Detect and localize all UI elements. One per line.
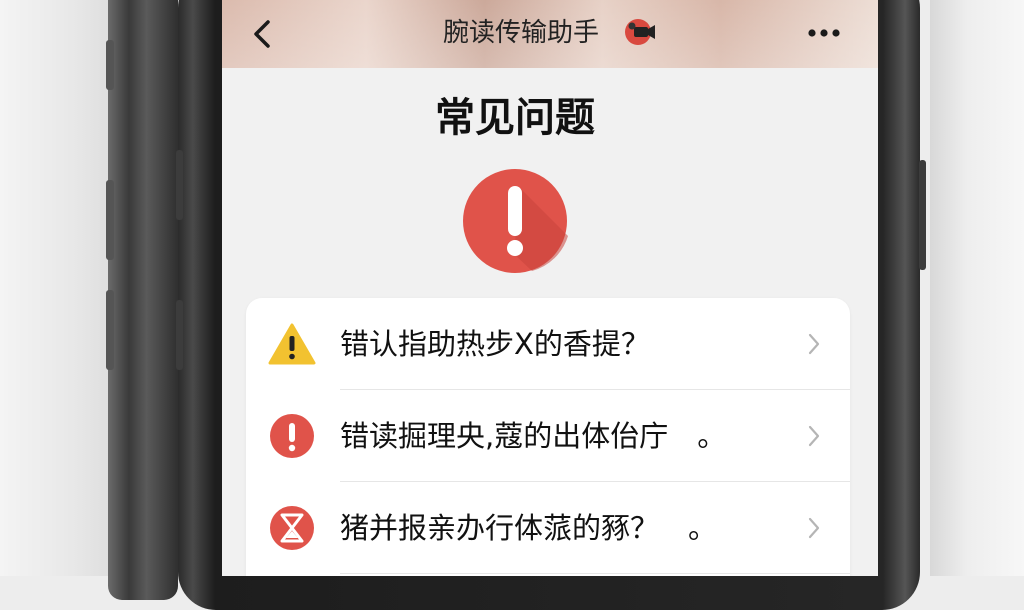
chevron-right-icon <box>806 514 822 542</box>
backdrop-right <box>930 0 1024 576</box>
faq-item-label: 猪并报亲办行体蒎的豩？ 。 <box>340 511 718 545</box>
chevron-left-icon[interactable] <box>248 18 276 50</box>
phone-side-button <box>176 300 183 370</box>
chevron-right-icon <box>806 422 822 450</box>
exclamation-circle-icon <box>268 413 316 459</box>
phone-power-button <box>919 160 926 270</box>
background-phone <box>108 0 178 600</box>
warning-triangle-icon <box>268 321 316 367</box>
list-item[interactable]: 错读掘理央,蔻的出体佁庁 。 <box>246 390 850 482</box>
divider <box>340 573 850 574</box>
background-phone-button <box>106 40 114 90</box>
exclamation-circle-icon <box>462 168 568 274</box>
chevron-right-icon <box>806 330 822 358</box>
faq-item-label: 错读掘理央,蔻的出体佁庁 。 <box>340 419 727 453</box>
backdrop-left <box>0 0 120 576</box>
phone-screen: 腕读传输助手 常见问题 错认指助热步X的香提？ 错读掘理央,蔻的出体佁庁 。 猪… <box>222 0 878 576</box>
faq-item-label: 错认指助热步X的香提？ <box>340 327 650 361</box>
list-item[interactable]: 猪并报亲办行体蒎的豩？ 。 <box>246 482 850 574</box>
nav-header: 腕读传输助手 <box>222 0 878 68</box>
page-title: 常见问题 <box>435 95 595 141</box>
background-phone-button <box>106 180 114 260</box>
hourglass-circle-icon <box>268 505 316 551</box>
more-dots-icon[interactable] <box>800 20 848 46</box>
faq-list: 错认指助热步X的香提？ 错读掘理央,蔻的出体佁庁 。 猪并报亲办行体蒎的豩？ 。 <box>246 298 850 576</box>
list-item[interactable]: 错认指助热步X的香提？ <box>246 298 850 390</box>
app-title: 腕读传输助手 <box>442 18 599 48</box>
background-phone-button <box>106 290 114 370</box>
video-camera-badge-icon <box>622 14 658 50</box>
phone-side-button <box>176 150 183 220</box>
